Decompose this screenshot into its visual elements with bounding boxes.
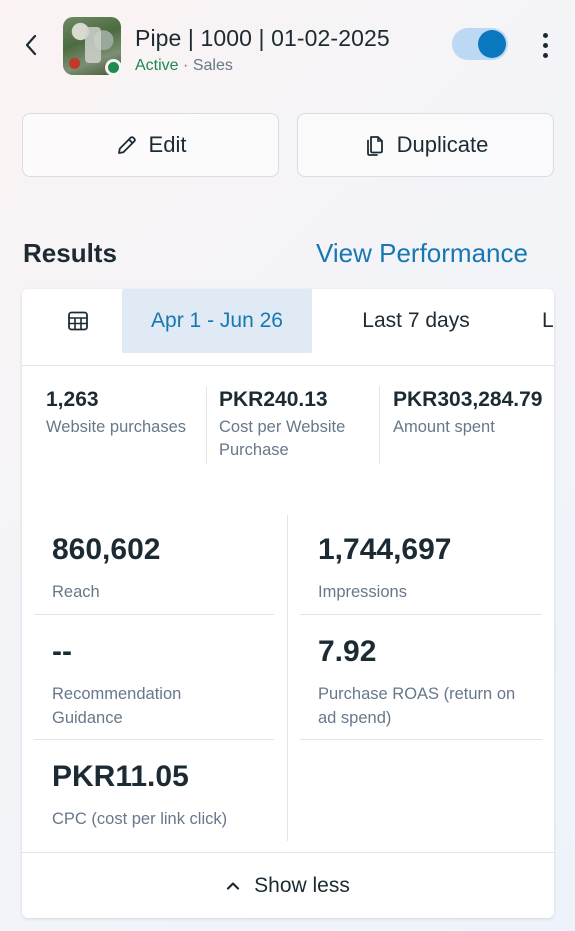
calendar-table-icon (68, 311, 88, 331)
thumbnail-image-detail (85, 27, 101, 63)
tab-last-7-days[interactable]: Last 7 days (328, 289, 504, 353)
more-vertical-icon-dot (542, 42, 548, 48)
status-text: Active (135, 57, 179, 74)
metric-value: PKR11.05 (52, 760, 189, 793)
metric-value: -- (52, 635, 72, 668)
results-heading: Results (23, 238, 117, 268)
status-line: Active · Sales (135, 57, 233, 75)
metric-cpc: PKR11.05 CPC (cost per link click) (52, 759, 274, 831)
date-range-tabs: Apr 1 - Jun 26 Last 7 days L (22, 289, 554, 366)
metric-value: 1,744,697 (318, 533, 452, 566)
ad-header: Pipe | 1000 | 01-02-2025 Active · Sales (0, 0, 575, 95)
more-vertical-icon-dot (542, 52, 548, 58)
summary-label: Website purchases (46, 418, 187, 436)
results-card: Apr 1 - Jun 26 Last 7 days L 1,263 Websi… (22, 289, 554, 918)
ad-title: Pipe | 1000 | 01-02-2025 (135, 25, 390, 51)
metric-purchase-roas: 7.92 Purchase ROAS (return on ad spend) (318, 634, 540, 730)
toggle-knob (478, 30, 506, 58)
tab-partial[interactable]: L (542, 289, 554, 353)
back-button[interactable] (18, 28, 44, 62)
tab-apr-1-jun-26[interactable]: Apr 1 - Jun 26 (122, 289, 312, 353)
summary-value: PKR240.13 (219, 388, 328, 411)
summary-row: 1,263 Website purchases PKR240.13 Cost p… (22, 366, 554, 488)
duplicate-icon (366, 136, 383, 156)
summary-label: Amount spent (393, 418, 495, 436)
active-status-dot (105, 59, 122, 76)
show-less-label: Show less (254, 873, 350, 897)
metric-recommendation-guidance: -- Recommendation Guidance (52, 634, 274, 730)
metric-value: 7.92 (318, 635, 377, 668)
edit-button[interactable]: Edit (22, 113, 279, 177)
ad-active-toggle[interactable] (452, 28, 508, 60)
summary-label: Cost per Website Purchase (219, 418, 346, 459)
more-options-button[interactable] (532, 28, 558, 62)
metrics-column-divider (287, 515, 288, 841)
view-performance-link[interactable]: View Performance (316, 238, 528, 269)
metric-label: Impressions (318, 583, 407, 601)
duplicate-button-label: Duplicate (396, 132, 489, 157)
metric-impressions: 1,744,697 Impressions (318, 532, 540, 604)
metric-value: 860,602 (52, 533, 161, 566)
summary-value: PKR303,284.79 (393, 388, 543, 411)
metric-label: Recommendation Guidance (52, 685, 182, 727)
summary-amount-spent: PKR303,284.79 Amount spent (393, 385, 553, 439)
metric-label: Purchase ROAS (return on ad spend) (318, 685, 516, 727)
objective-text: Sales (192, 57, 233, 74)
chevron-up-icon (227, 881, 240, 890)
summary-website-purchases: 1,263 Website purchases (46, 385, 206, 439)
show-less-button[interactable]: Show less (22, 852, 554, 918)
metric-label: Reach (52, 583, 100, 601)
metric-divider (34, 739, 274, 740)
metric-divider (300, 614, 542, 615)
metric-label: CPC (cost per link click) (52, 810, 228, 828)
metric-reach: 860,602 Reach (52, 532, 274, 604)
more-vertical-icon (542, 32, 548, 38)
status-separator: · (183, 57, 189, 74)
chevron-left-icon (25, 34, 37, 56)
metric-divider (300, 739, 542, 740)
metric-divider (34, 614, 274, 615)
duplicate-button[interactable]: Duplicate (297, 113, 554, 177)
pencil-icon (117, 136, 136, 154)
tab-custom-date[interactable] (54, 289, 102, 353)
summary-cost-per-purchase: PKR240.13 Cost per Website Purchase (219, 385, 379, 462)
edit-button-label: Edit (148, 132, 187, 157)
summary-divider (206, 386, 207, 464)
summary-divider (379, 386, 380, 464)
summary-value: 1,263 (46, 388, 99, 411)
